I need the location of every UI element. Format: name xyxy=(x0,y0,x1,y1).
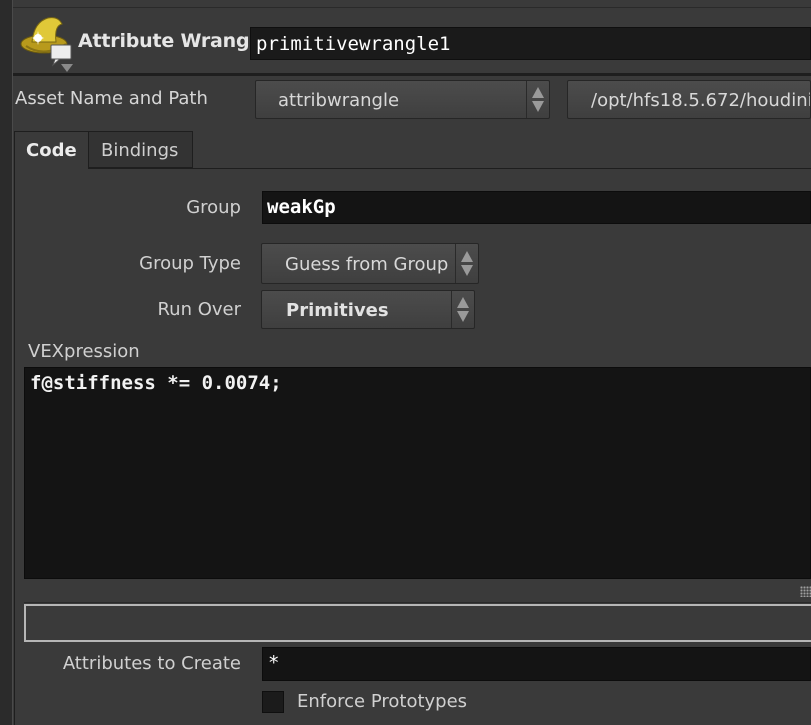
run-over-dropdown[interactable]: Primitives xyxy=(261,290,475,329)
asset-name-dropdown[interactable]: attribwrangle xyxy=(255,80,550,119)
run-over-value: Primitives xyxy=(286,300,389,321)
updown-arrows-icon[interactable] xyxy=(455,244,478,283)
group-type-dropdown[interactable]: Guess from Group xyxy=(261,243,479,284)
group-type-value: Guess from Group xyxy=(285,254,449,275)
updown-arrows-icon[interactable] xyxy=(451,291,474,328)
asset-path-field[interactable]: /opt/hfs18.5.672/houdini/ xyxy=(567,80,811,119)
asset-name-value: attribwrangle xyxy=(278,90,400,111)
editor-secondary-field[interactable] xyxy=(24,604,811,642)
asset-path-value: /opt/hfs18.5.672/houdini/ xyxy=(591,90,811,111)
attributes-to-create-field[interactable]: * xyxy=(262,647,811,681)
top-strip xyxy=(13,0,811,8)
node-name-field[interactable]: primitivewrangle1 xyxy=(250,27,811,60)
wizard-hat-icon[interactable] xyxy=(18,14,80,74)
asset-name-label: Asset Name and Path xyxy=(15,88,208,109)
header-divider xyxy=(13,73,811,76)
run-over-label: Run Over xyxy=(157,299,241,320)
left-gutter xyxy=(0,0,13,725)
group-type-label: Group Type xyxy=(139,253,241,274)
tab-bindings[interactable]: Bindings xyxy=(88,131,193,168)
editor-status-bar xyxy=(24,579,811,603)
vexpression-label: VEXpression xyxy=(28,341,140,362)
tab-code[interactable]: Code xyxy=(14,131,89,169)
updown-arrows-icon[interactable] xyxy=(526,81,549,118)
enforce-prototypes-checkbox[interactable] xyxy=(262,691,284,713)
group-label: Group xyxy=(186,197,241,218)
enforce-prototypes-label: Enforce Prototypes xyxy=(297,691,468,712)
group-field[interactable]: weakGp xyxy=(262,191,811,224)
resize-grip-icon[interactable] xyxy=(800,586,811,597)
attributes-to-create-label: Attributes to Create xyxy=(62,653,241,674)
vexpression-editor[interactable]: f@stiffness *= 0.0074; xyxy=(24,367,811,579)
node-type-label: Attribute Wrangle xyxy=(78,30,269,52)
